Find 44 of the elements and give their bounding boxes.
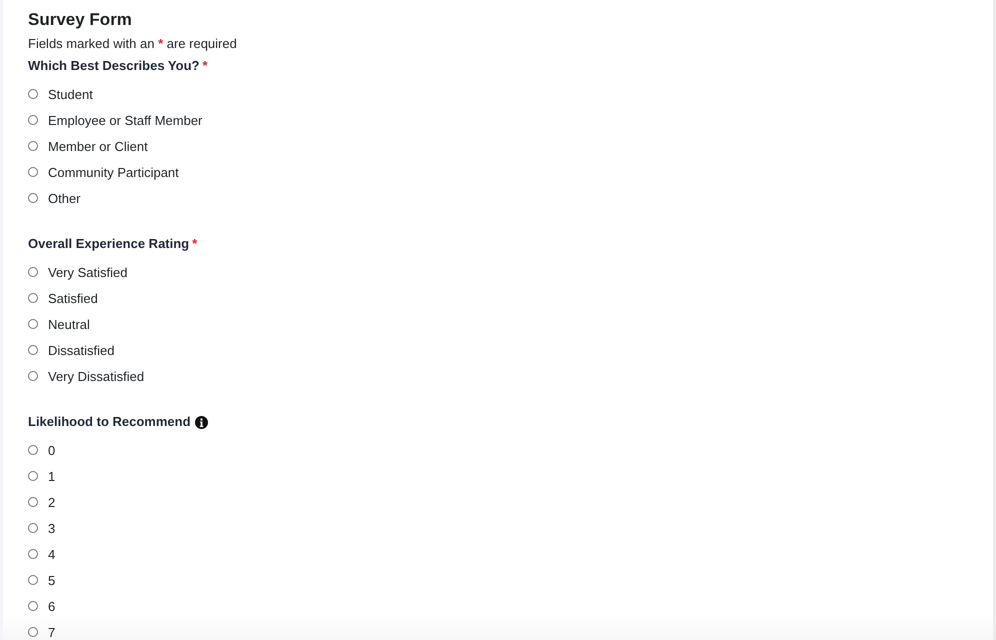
option-label[interactable]: Member or Client xyxy=(48,139,148,155)
info-icon[interactable] xyxy=(194,416,208,428)
option-label[interactable]: Employee or Staff Member xyxy=(48,113,202,129)
radio-button[interactable] xyxy=(28,192,38,202)
option-label[interactable]: Very Satisfied xyxy=(48,265,128,281)
form-title: Survey Form xyxy=(28,9,132,31)
question-label: Likelihood to Recommend xyxy=(28,414,191,430)
radio-button[interactable] xyxy=(28,114,38,124)
radio-button[interactable] xyxy=(28,370,38,380)
option-label[interactable]: Satisfied xyxy=(48,291,98,307)
radio-button[interactable] xyxy=(28,496,38,506)
option-label[interactable]: Dissatisfied xyxy=(48,343,114,359)
required-note: Fields marked with an * are required xyxy=(28,36,237,52)
radio-button[interactable] xyxy=(28,344,38,354)
option-label[interactable]: Community Participant xyxy=(48,165,179,181)
radio-button[interactable] xyxy=(28,292,38,302)
option-label[interactable]: Neutral xyxy=(48,317,90,333)
radio-button[interactable] xyxy=(28,266,38,276)
option-label[interactable]: 3 xyxy=(48,521,56,537)
option-label[interactable]: Other xyxy=(48,191,81,207)
option-label[interactable]: 0 xyxy=(48,443,56,459)
option-label[interactable]: 1 xyxy=(48,469,56,485)
option-label[interactable]: 2 xyxy=(48,495,56,511)
radio-button[interactable] xyxy=(28,166,38,176)
radio-button[interactable] xyxy=(28,318,38,328)
required-asterisk: * xyxy=(192,236,198,252)
option-label[interactable]: Student xyxy=(48,87,93,103)
required-asterisk: * xyxy=(202,58,208,74)
question-label: Which Best Describes You? xyxy=(28,58,200,74)
option-label[interactable]: 7 xyxy=(48,625,56,640)
radio-button[interactable] xyxy=(28,626,38,636)
radio-button[interactable] xyxy=(28,88,38,98)
option-label[interactable]: 4 xyxy=(48,547,56,563)
option-label[interactable]: Very Dissatisfied xyxy=(48,369,144,385)
radio-button[interactable] xyxy=(28,140,38,150)
radio-button[interactable] xyxy=(28,574,38,584)
radio-button[interactable] xyxy=(28,600,38,610)
radio-button[interactable] xyxy=(28,548,38,558)
option-label[interactable]: 5 xyxy=(48,573,56,589)
radio-button[interactable] xyxy=(28,444,38,454)
option-label[interactable]: 6 xyxy=(48,599,56,615)
question-label: Overall Experience Rating xyxy=(28,236,190,252)
radio-button[interactable] xyxy=(28,522,38,532)
radio-button[interactable] xyxy=(28,470,38,480)
